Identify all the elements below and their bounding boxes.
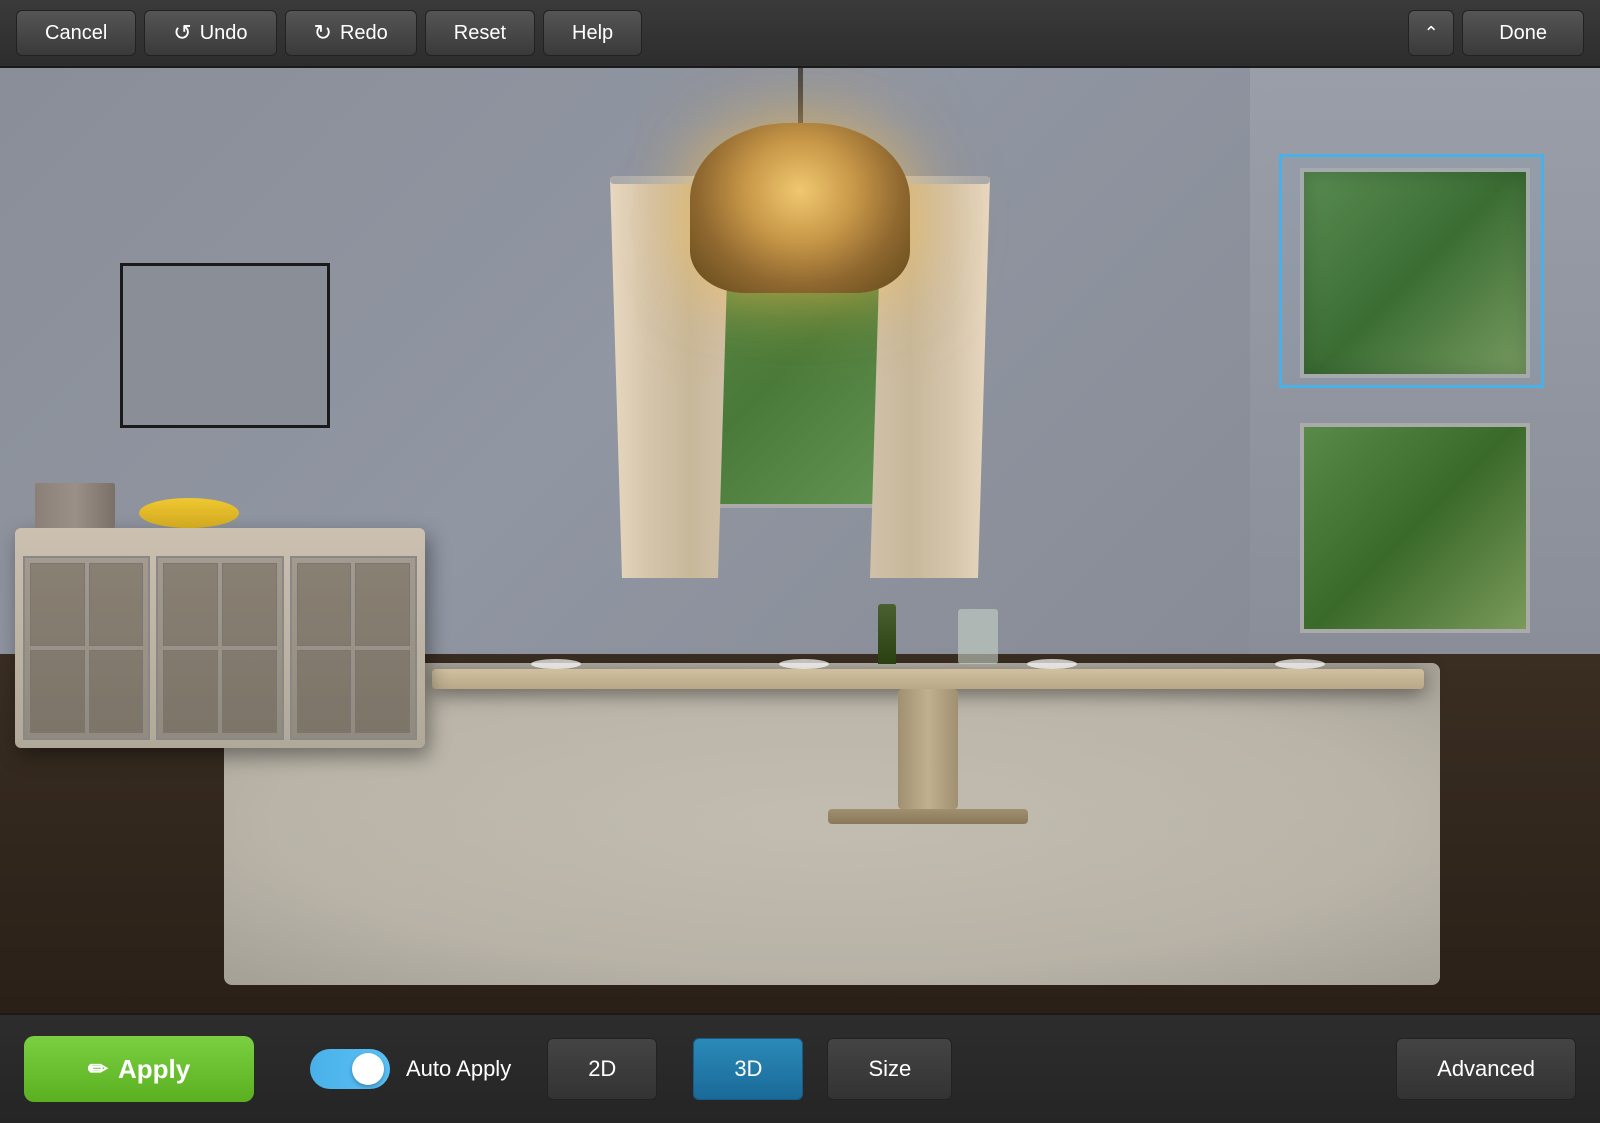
sideboard <box>15 528 425 748</box>
view-3d-label: 3D <box>734 1056 762 1081</box>
scene-viewport[interactable] <box>0 68 1600 1013</box>
sideboard-door-1 <box>23 556 150 740</box>
chandelier-body <box>690 123 910 293</box>
redo-icon: ↻ <box>314 20 332 46</box>
apply-label: Apply <box>118 1054 190 1085</box>
help-button[interactable]: Help <box>543 10 642 56</box>
undo-label: Undo <box>200 22 248 45</box>
table-top <box>432 669 1424 689</box>
fruit-bowl <box>139 498 239 528</box>
sideboard-door-2 <box>156 556 283 740</box>
sideboard-doors <box>15 548 425 748</box>
chevron-up-icon: ⌃ <box>1424 23 1439 44</box>
done-button[interactable]: Done <box>1462 10 1584 56</box>
undo-icon: ↺ <box>173 20 191 46</box>
plate-1 <box>531 659 581 669</box>
auto-apply-container: Auto Apply <box>310 1049 511 1089</box>
sideboard-door-3 <box>290 556 417 740</box>
sideboard-items <box>35 478 405 528</box>
table-base <box>828 809 1028 824</box>
plate-3 <box>1027 659 1077 669</box>
chandelier <box>690 68 910 293</box>
bottom-toolbar: ✏ Apply Auto Apply 2D 3D Size Advanced <box>0 1013 1600 1123</box>
reset-label: Reset <box>454 22 506 45</box>
redo-label: Redo <box>340 22 388 45</box>
view-3d-button[interactable]: 3D <box>693 1038 803 1100</box>
table-pedestal <box>898 689 958 809</box>
window-right-bottom <box>1300 423 1530 633</box>
reset-button[interactable]: Reset <box>425 10 535 56</box>
table-settings <box>432 659 1424 669</box>
undo-button[interactable]: ↺ Undo <box>144 10 276 56</box>
wine-bottle <box>878 604 896 664</box>
view-2d-button[interactable]: 2D <box>547 1038 657 1100</box>
auto-apply-toggle[interactable] <box>310 1049 390 1089</box>
book-stack <box>35 483 115 528</box>
cancel-button[interactable]: Cancel <box>16 10 136 56</box>
cancel-label: Cancel <box>45 22 107 45</box>
done-label: Done <box>1499 22 1547 44</box>
help-label: Help <box>572 22 613 45</box>
plate-2 <box>779 659 829 669</box>
toggle-knob <box>352 1053 384 1085</box>
size-button[interactable]: Size <box>827 1038 952 1100</box>
auto-apply-label: Auto Apply <box>406 1056 511 1082</box>
redo-button[interactable]: ↻ Redo <box>285 10 417 56</box>
art-frame <box>120 263 330 428</box>
chandelier-chain <box>798 68 803 123</box>
top-toolbar: Cancel ↺ Undo ↻ Redo Reset Help ⌃ Done <box>0 0 1600 68</box>
apply-icon: ✏ <box>88 1055 108 1084</box>
size-label: Size <box>868 1056 911 1081</box>
advanced-label: Advanced <box>1437 1056 1535 1081</box>
collapse-button[interactable]: ⌃ <box>1408 10 1454 56</box>
dining-table <box>432 669 1424 824</box>
plate-4 <box>1275 659 1325 669</box>
advanced-button[interactable]: Advanced <box>1396 1038 1576 1100</box>
apply-button[interactable]: ✏ Apply <box>24 1036 254 1102</box>
window-right-top <box>1300 168 1530 378</box>
flower-vase <box>958 609 998 664</box>
view-2d-label: 2D <box>588 1056 616 1081</box>
